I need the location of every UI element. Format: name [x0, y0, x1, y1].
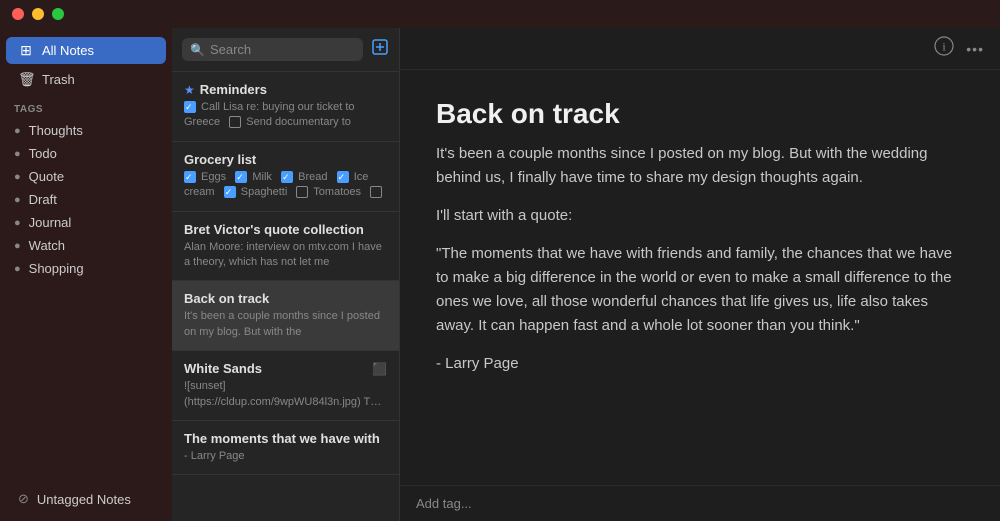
- sidebar-item-todo[interactable]: ● Todo: [0, 142, 172, 165]
- note-preview: Call Lisa re: buying our ticket to Greec…: [184, 100, 387, 131]
- search-input[interactable]: [210, 42, 355, 57]
- note-title: Grocery list: [184, 152, 387, 167]
- sidebar-tag-label: Thoughts: [29, 123, 83, 138]
- checkbox-checked: [184, 101, 196, 113]
- tag-icon: ●: [14, 240, 21, 252]
- sidebar-tag-label: Quote: [29, 169, 64, 184]
- search-icon: 🔍: [190, 43, 205, 57]
- info-button[interactable]: i: [934, 36, 954, 61]
- checkbox-checked: [224, 186, 236, 198]
- tag-icon: ●: [14, 148, 21, 160]
- note-preview: Eggs Milk Bread Ice cream Spaghetti Toma…: [184, 170, 387, 201]
- sidebar-item-all-notes[interactable]: ⊞ All Notes: [6, 37, 166, 64]
- note-title: Reminders: [200, 82, 387, 97]
- titlebar: [0, 0, 1000, 28]
- note-item-reminders[interactable]: ★ Reminders Call Lisa re: buying our tic…: [172, 72, 399, 142]
- checkbox-checked: [281, 171, 293, 183]
- tag-icon: ●: [14, 125, 21, 137]
- note-body: It's been a couple months since I posted…: [436, 142, 964, 376]
- checkbox-unchecked: [229, 116, 241, 128]
- note-item-header: ★ Reminders: [184, 82, 387, 97]
- sidebar-item-label: Trash: [42, 72, 75, 87]
- sidebar-item-shopping[interactable]: ● Shopping: [0, 257, 172, 280]
- note-list: 🔍 ★ Reminders Call Lisa re: buying: [172, 28, 400, 521]
- note-footer: Add tag...: [400, 485, 1000, 521]
- sidebar-item-trash[interactable]: 🗑 Trash: [6, 66, 166, 93]
- note-paragraph-attribution: - Larry Page: [436, 352, 964, 376]
- checkbox-unchecked: [296, 186, 308, 198]
- sidebar-tag-label: Shopping: [29, 261, 84, 276]
- maximize-button[interactable]: [52, 8, 64, 20]
- note-title: Back on track: [184, 291, 387, 306]
- note-title: White Sands: [184, 361, 367, 376]
- tag-icon: ●: [14, 194, 21, 206]
- note-preview: Alan Moore: interview on mtv.com I have …: [184, 240, 387, 271]
- note-item-whitesands[interactable]: White Sands ⬛ ![sunset](https://cldup.co…: [172, 351, 399, 421]
- app-body: ⊞ All Notes 🗑 Trash Tags ● Thoughts ● To…: [0, 28, 1000, 521]
- checkbox-checked: [235, 171, 247, 183]
- star-icon: ★: [184, 83, 195, 97]
- trash-icon: 🗑: [18, 71, 34, 88]
- new-note-button[interactable]: [371, 38, 389, 61]
- note-preview: ![sunset](https://cldup.com/9wpWU84l3n.j…: [184, 379, 387, 410]
- checkbox-checked: [337, 171, 349, 183]
- sidebar-item-quote[interactable]: ● Quote: [0, 165, 172, 188]
- sidebar-item-journal[interactable]: ● Journal: [0, 211, 172, 234]
- sidebar: ⊞ All Notes 🗑 Trash Tags ● Thoughts ● To…: [0, 28, 172, 521]
- add-tag-button[interactable]: Add tag...: [416, 496, 472, 511]
- note-paragraph-1: It's been a couple months since I posted…: [436, 142, 964, 190]
- checkbox-unchecked: [370, 186, 382, 198]
- note-item-header: Bret Victor's quote collection: [184, 222, 387, 237]
- search-box[interactable]: 🔍: [182, 38, 363, 61]
- minimize-button[interactable]: [32, 8, 44, 20]
- note-item-grocery[interactable]: Grocery list Eggs Milk Bread Ice cream S…: [172, 142, 399, 212]
- notes-scroll[interactable]: ★ Reminders Call Lisa re: buying our tic…: [172, 72, 399, 521]
- sidebar-tag-label: Todo: [29, 146, 57, 161]
- note-item-bret[interactable]: Bret Victor's quote collection Alan Moor…: [172, 212, 399, 282]
- note-list-header: 🔍: [172, 28, 399, 72]
- note-paragraph-quote: "The moments that we have with friends a…: [436, 242, 964, 338]
- note-item-header: Back on track: [184, 291, 387, 306]
- info-icon: i: [934, 36, 954, 56]
- note-item-moments[interactable]: The moments that we have with - Larry Pa…: [172, 421, 399, 475]
- tags-section-label: Tags: [0, 94, 172, 119]
- sidebar-tag-label: Draft: [29, 192, 57, 207]
- tag-icon: ●: [14, 217, 21, 229]
- main-toolbar: i •••: [400, 28, 1000, 70]
- note-item-header: The moments that we have with: [184, 431, 387, 446]
- compose-icon: [371, 38, 389, 56]
- more-options-button[interactable]: •••: [966, 41, 984, 57]
- sidebar-item-thoughts[interactable]: ● Thoughts: [0, 119, 172, 142]
- sidebar-item-label: All Notes: [42, 43, 94, 58]
- note-item-header: Grocery list: [184, 152, 387, 167]
- grid-icon: ⊞: [18, 42, 34, 59]
- note-preview: - Larry Page: [184, 449, 387, 464]
- sidebar-tag-label: Journal: [29, 215, 72, 230]
- note-item-backontrack[interactable]: Back on track It's been a couple months …: [172, 281, 399, 351]
- sidebar-item-untagged[interactable]: ⊘ Untagged Notes: [6, 486, 166, 512]
- tag-icon: ●: [14, 171, 21, 183]
- close-button[interactable]: [12, 8, 24, 20]
- note-content-area: Back on track It's been a couple months …: [400, 70, 1000, 485]
- sidebar-item-watch[interactable]: ● Watch: [0, 234, 172, 257]
- main-content: i ••• Back on track It's been a couple m…: [400, 28, 1000, 521]
- note-main-title: Back on track: [436, 98, 964, 130]
- untagged-label: Untagged Notes: [37, 492, 131, 507]
- untagged-icon: ⊘: [18, 491, 29, 507]
- note-title: The moments that we have with: [184, 431, 387, 446]
- note-paragraph-2: I'll start with a quote:: [436, 204, 964, 228]
- tag-icon: ●: [14, 263, 21, 275]
- checkbox-checked: [184, 171, 196, 183]
- note-item-header: White Sands ⬛: [184, 361, 387, 376]
- note-title: Bret Victor's quote collection: [184, 222, 387, 237]
- sidebar-item-draft[interactable]: ● Draft: [0, 188, 172, 211]
- note-preview: It's been a couple months since I posted…: [184, 309, 387, 340]
- sidebar-tag-label: Watch: [29, 238, 65, 253]
- image-icon: ⬛: [372, 362, 387, 376]
- svg-text:i: i: [943, 40, 947, 54]
